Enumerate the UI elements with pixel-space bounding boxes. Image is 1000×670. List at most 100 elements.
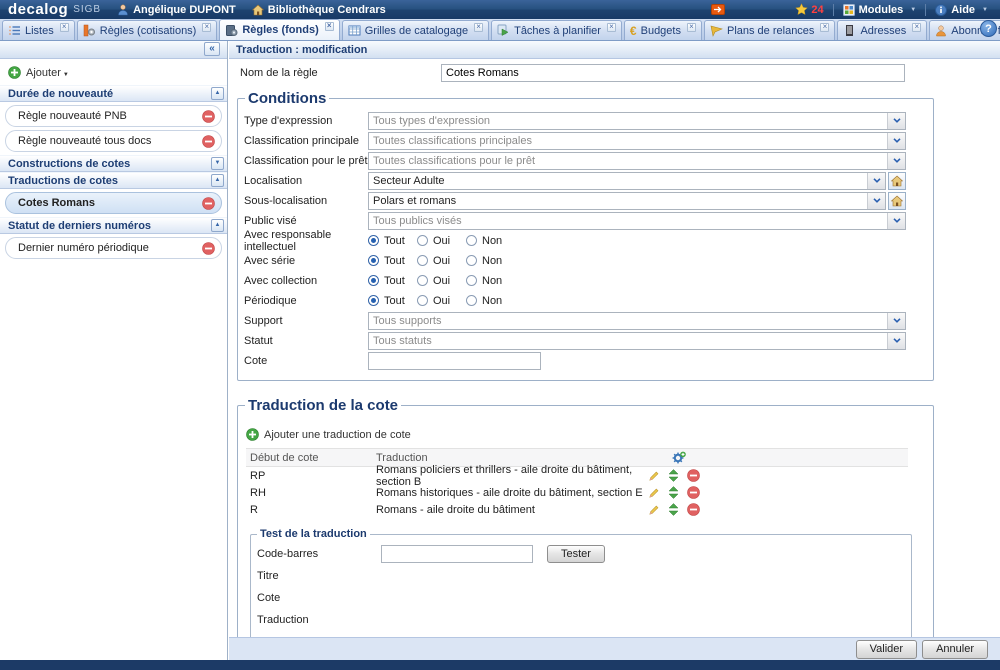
rule-name-input[interactable] [441,64,905,82]
notification-icon[interactable] [711,4,725,15]
home-button[interactable] [888,192,906,210]
validate-button[interactable]: Valider [856,640,917,659]
tab-listes[interactable]: Listes [2,20,75,40]
tester-button[interactable]: Tester [547,545,605,563]
delete-icon[interactable] [687,486,700,499]
type-expression-select[interactable]: Tous types d'expression [368,112,906,130]
home-button[interactable] [888,172,906,190]
move-up-down-icon[interactable] [667,469,680,482]
radio-icon[interactable] [417,295,428,306]
remove-icon[interactable] [202,242,215,255]
radio-icon[interactable] [466,275,477,286]
sidebar-item-regle-nouveaute-pnb[interactable]: Règle nouveauté PNB [5,105,222,127]
radio-icon[interactable] [466,235,477,246]
radio-oui[interactable]: Oui [417,275,466,287]
remove-icon[interactable] [202,110,215,123]
chevron-down-icon[interactable] [887,113,905,129]
close-icon[interactable] [60,23,69,32]
sidebar-item-regle-nouveaute-tous-docs[interactable]: Règle nouveauté tous docs [5,130,222,152]
move-up-down-icon[interactable] [667,503,680,516]
chevron-down-icon[interactable] [887,313,905,329]
tab-plans-relances[interactable]: Plans de relances [704,20,835,40]
radio-oui[interactable]: Oui [417,255,466,267]
aide-menu[interactable]: Aide [935,4,988,16]
radio-tout[interactable]: Tout [368,295,417,307]
sidebar-section-constructions-de-cotes[interactable]: Constructions de cotes [0,155,227,172]
radio-non[interactable]: Non [466,235,515,247]
tab-budgets[interactable]: € Budgets [624,20,702,40]
close-icon[interactable] [607,23,616,32]
radio-icon[interactable] [368,235,379,246]
modules-menu[interactable]: Modules [843,4,917,16]
chevron-down-icon[interactable] [887,213,905,229]
radio-non[interactable]: Non [466,295,515,307]
help-icon[interactable]: ? [980,20,997,37]
barcode-input[interactable] [381,545,533,563]
close-icon[interactable] [325,22,334,31]
move-up-down-icon[interactable] [667,486,680,499]
remove-icon[interactable] [202,135,215,148]
public-vise-select[interactable]: Tous publics visés [368,212,906,230]
radio-icon[interactable] [368,295,379,306]
sidebar-item-dernier-numero-periodique[interactable]: Dernier numéro périodique [5,237,222,259]
chevron-up-icon[interactable] [211,174,224,187]
pencil-icon[interactable] [648,470,660,482]
remove-icon[interactable] [202,197,215,210]
radio-icon[interactable] [417,235,428,246]
tab-taches-planifier[interactable]: Tâches à planifier [491,20,622,40]
favorites-star-icon[interactable] [795,3,808,16]
tab-regles-fonds[interactable]: Règles (fonds) [219,19,339,40]
sidebar-section-traductions-de-cotes[interactable]: Traductions de cotes [0,172,227,189]
close-icon[interactable] [687,23,696,32]
close-icon[interactable] [912,23,921,32]
radio-tout[interactable]: Tout [368,255,417,267]
chevron-up-icon[interactable] [211,87,224,100]
radio-oui[interactable]: Oui [417,235,466,247]
gear-add-icon[interactable] [672,451,686,465]
radio-icon[interactable] [466,295,477,306]
info-icon [935,4,947,16]
radio-icon[interactable] [417,275,428,286]
tab-bar: Listes Règles (cotisations) Règles (fond… [0,19,1000,41]
chevron-up-icon[interactable] [211,219,224,232]
sidebar-section-duree-nouveaute[interactable]: Durée de nouveauté [0,85,227,102]
sous-localisation-select[interactable]: Polars et romans [368,192,886,210]
tab-grilles-catalogage[interactable]: Grilles de catalogage [342,20,489,40]
chevron-down-icon[interactable] [887,153,905,169]
tab-adresses[interactable]: Adresses [837,20,927,40]
radio-icon[interactable] [368,255,379,266]
close-icon[interactable] [820,23,829,32]
radio-icon[interactable] [368,275,379,286]
chevron-down-icon[interactable] [867,173,885,189]
tab-regles-cotisations[interactable]: Règles (cotisations) [77,20,218,40]
sidebar-add-button[interactable]: Ajouter [0,59,227,85]
localisation-select[interactable]: Secteur Adulte [368,172,886,190]
statut-select[interactable]: Tous statuts [368,332,906,350]
radio-icon[interactable] [466,255,477,266]
support-select[interactable]: Tous supports [368,312,906,330]
radio-oui[interactable]: Oui [417,295,466,307]
pencil-icon[interactable] [648,504,660,516]
cote-input[interactable] [368,352,541,370]
chevron-down-icon[interactable] [887,133,905,149]
radio-non[interactable]: Non [466,255,515,267]
radio-icon[interactable] [417,255,428,266]
close-icon[interactable] [474,23,483,32]
pencil-icon[interactable] [648,487,660,499]
add-translation-button[interactable]: Ajouter une traduction de cote [246,428,933,441]
classification-pret-select[interactable]: Toutes classifications pour le prêt [368,152,906,170]
close-icon[interactable] [202,23,211,32]
cancel-button[interactable]: Annuler [922,640,988,659]
chevron-down-icon[interactable] [867,193,885,209]
sidebar-item-cotes-romans[interactable]: Cotes Romans [5,192,222,214]
sidebar-section-statut-derniers-numeros[interactable]: Statut de derniers numéros [0,217,227,234]
radio-non[interactable]: Non [466,275,515,287]
collapse-sidebar-icon[interactable] [204,42,220,56]
radio-tout[interactable]: Tout [368,235,417,247]
delete-icon[interactable] [687,503,700,516]
classification-principale-select[interactable]: Toutes classifications principales [368,132,906,150]
delete-icon[interactable] [687,469,700,482]
radio-tout[interactable]: Tout [368,275,417,287]
chevron-down-icon[interactable] [887,333,905,349]
chevron-down-icon[interactable] [211,157,224,170]
